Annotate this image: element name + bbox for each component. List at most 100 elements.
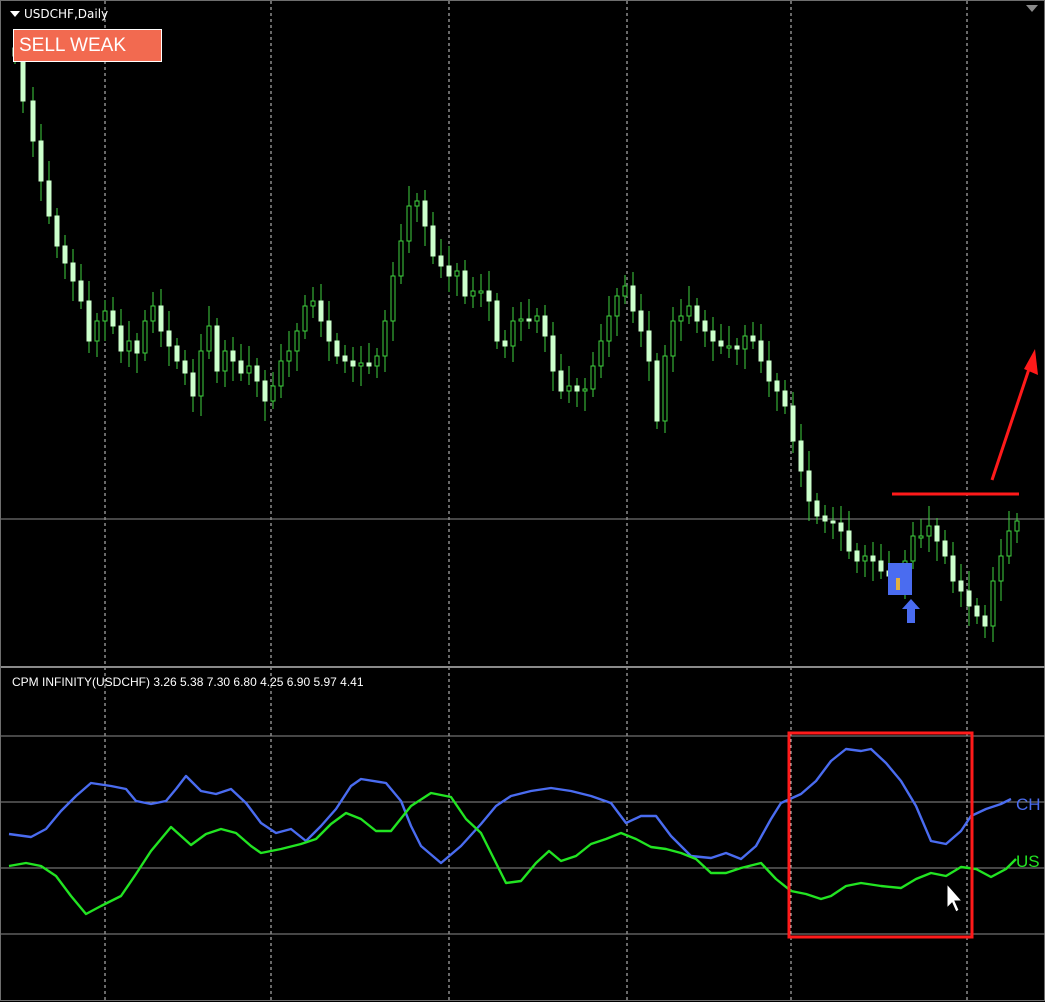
candle-body (286, 350, 292, 362)
indicator-label: CPM INFINITY(USDCHF) 3.26 5.38 7.30 6.80… (12, 675, 364, 689)
candle-body (574, 385, 580, 392)
candle-body (374, 355, 380, 367)
chf-strength-line (8, 747, 1012, 865)
candle-body (598, 340, 604, 367)
candle-body (870, 555, 876, 562)
candle-body (542, 315, 548, 337)
candle-body (318, 300, 324, 322)
candle-body (526, 318, 532, 322)
candle-body (78, 280, 84, 302)
candle-body (446, 265, 452, 277)
candle-body (230, 350, 236, 362)
candle-body (798, 440, 804, 472)
candle-body (278, 360, 284, 387)
candle-body (750, 335, 756, 342)
candle-body (654, 360, 660, 422)
candle-body (974, 605, 980, 617)
candle-body (910, 535, 916, 562)
candle-body (94, 320, 100, 342)
candle-body (470, 290, 476, 297)
candle-body (454, 270, 460, 277)
candle-body (1006, 530, 1012, 557)
usd-series-label: US (1016, 852, 1040, 871)
vertical-gridlines (104, 1, 968, 1002)
candle-body (966, 590, 972, 607)
candle-body (20, 55, 26, 102)
candle-body (918, 535, 924, 539)
candle-body (62, 245, 68, 264)
candle-body (590, 365, 596, 390)
usd-strength-line (8, 791, 1017, 916)
candle-body (478, 290, 484, 294)
candle-body (670, 320, 676, 357)
candle-body (846, 530, 852, 552)
candle-body (982, 615, 988, 627)
divergence-box[interactable] (787, 731, 974, 939)
mouse-cursor-icon (946, 882, 964, 913)
candle-body (998, 555, 1004, 582)
candle-body (742, 335, 748, 350)
candle-body (326, 320, 332, 342)
candle-body (638, 310, 644, 332)
candle-body (110, 310, 116, 327)
candle-body (54, 215, 60, 247)
candle-body (254, 365, 260, 382)
trend-arrow-icon[interactable] (1024, 349, 1038, 375)
symbol-title[interactable]: USDCHF,Daily (10, 7, 108, 21)
candle-body (302, 305, 308, 332)
chart-canvas[interactable] (1, 1, 1045, 1002)
candle-body (494, 300, 500, 342)
candle-body (462, 270, 468, 297)
chart-window[interactable]: USDCHF,Daily SELL WEAK CPM INFINITY(USDC… (0, 0, 1045, 1002)
trend-arrow-shaft[interactable] (990, 362, 1033, 481)
dropdown-triangle-icon[interactable] (10, 11, 20, 17)
candle-body (238, 360, 244, 374)
candle-body (398, 240, 404, 277)
candle-body (510, 320, 516, 347)
candle-body (262, 380, 268, 402)
candle-body (822, 515, 828, 522)
candle-body (622, 285, 628, 297)
candle-body (550, 335, 556, 372)
candle-body (118, 325, 124, 352)
chart-scroll-triangle-icon[interactable] (1026, 5, 1038, 12)
candle-body (718, 340, 724, 347)
candle-body (46, 180, 52, 217)
chf-series-label: CH (1016, 795, 1041, 814)
candle-body (806, 470, 812, 502)
candle-body (438, 255, 444, 267)
candle-body (86, 300, 92, 342)
candle-body (766, 360, 772, 382)
candle-body (334, 340, 340, 357)
candle-body (646, 330, 652, 362)
candle-body (582, 388, 588, 392)
up-arrow-icon[interactable] (902, 599, 920, 623)
candle-body (126, 340, 132, 352)
candle-body (630, 285, 636, 312)
candle-body (342, 355, 348, 362)
candle-body (166, 330, 172, 347)
candlestick-series (12, 40, 1020, 642)
candle-body (390, 275, 396, 322)
candle-body (270, 385, 276, 402)
candle-body (134, 340, 140, 354)
candle-body (102, 310, 108, 322)
candle-body (614, 295, 620, 317)
candle-body (774, 380, 780, 392)
candle-body (246, 365, 252, 374)
candle-body (814, 500, 820, 517)
candle-body (350, 360, 356, 367)
candle-body (926, 525, 932, 537)
candle-body (150, 305, 156, 322)
candle-body (830, 520, 836, 524)
candle-body (534, 315, 540, 322)
candle-body (726, 345, 732, 349)
signal-candle (896, 578, 900, 590)
candle-body (710, 330, 716, 342)
candle-body (414, 200, 420, 207)
candle-body (182, 360, 188, 374)
candle-body (174, 345, 180, 362)
candle-body (422, 200, 428, 227)
candle-body (854, 550, 860, 562)
candle-body (990, 580, 996, 627)
